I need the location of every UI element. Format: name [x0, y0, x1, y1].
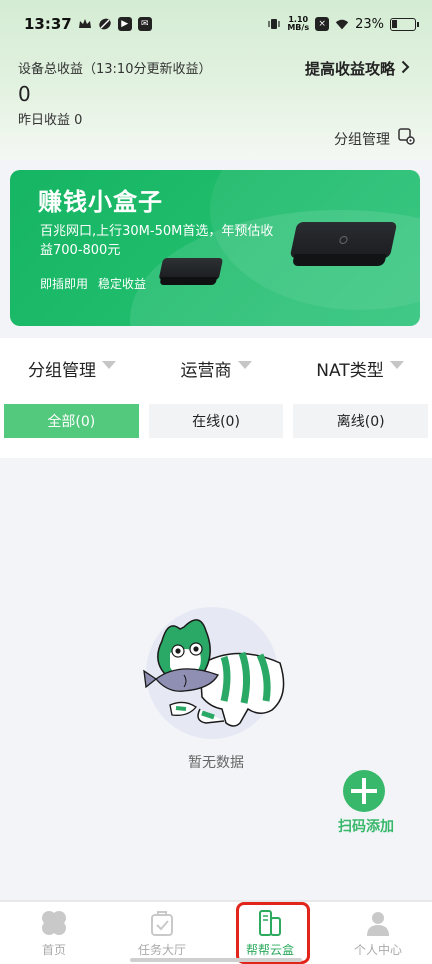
- filter-dropdown-row: 分组管理 运营商 NAT类型: [0, 338, 432, 398]
- scan-add-button[interactable]: [343, 770, 385, 812]
- filter-panel: 分组管理 运营商 NAT类型 全部(0) 在线(0) 离线(0): [0, 338, 432, 458]
- nat-type-filter-dropdown[interactable]: NAT类型: [288, 338, 432, 398]
- sim-off-icon: ×: [315, 17, 330, 31]
- strategy-link[interactable]: 提高收益攻略: [305, 58, 410, 79]
- nav-home[interactable]: 首页: [0, 902, 108, 964]
- network-speed: 1.10 MB/s: [287, 16, 309, 32]
- crown-icon: [78, 17, 92, 31]
- tab-all[interactable]: 全部(0): [4, 404, 139, 438]
- tab-online[interactable]: 在线(0): [148, 404, 284, 438]
- banner-tag: 即插即用: [40, 277, 89, 291]
- yesterday-earnings: 昨日收益 0: [18, 113, 83, 128]
- promo-banner[interactable]: 赚钱小盒子 百兆网口,上行30M-50M首选，年预估收益700-800元 即插即…: [10, 170, 420, 326]
- leaf-icon: [98, 17, 112, 31]
- clover-icon: [39, 908, 69, 938]
- nav-profile[interactable]: 个人中心: [324, 902, 432, 964]
- chevron-right-icon: [401, 60, 410, 78]
- banner-description: 百兆网口,上行30M-50M首选，年预估收益700-800元: [40, 224, 274, 258]
- earnings-title: 设备总收益（13:10分更新收益）: [18, 62, 212, 77]
- active-tab-highlight: [236, 902, 310, 964]
- cat-with-fish-icon: [143, 619, 285, 727]
- caret-down-icon: [102, 361, 116, 369]
- tv-box-image-small: [157, 258, 224, 288]
- group-settings-icon: [398, 128, 416, 150]
- speed-unit: MB/s: [287, 23, 310, 32]
- mail-icon: ✉: [137, 17, 152, 31]
- tv-box-image: [287, 222, 398, 272]
- empty-state-illustration: [140, 605, 290, 745]
- strategy-link-label: 提高收益攻略: [304, 60, 395, 78]
- battery-text: 23%: [355, 16, 384, 32]
- nav-label: 个人中心: [353, 943, 402, 957]
- wifi-icon: [335, 17, 349, 31]
- nav-label: 任务大厅: [137, 943, 186, 957]
- status-bar: 13:37 ▶ ✉ 1.10 MB/s × 23%: [0, 0, 432, 48]
- home-indicator: [130, 958, 302, 962]
- banner-tags: 即插即用 稳定收益: [40, 275, 146, 292]
- caret-down-icon: [237, 361, 252, 369]
- group-filter-dropdown[interactable]: 分组管理: [0, 338, 144, 398]
- nav-task-hall[interactable]: 任务大厅: [108, 902, 216, 964]
- scan-add-label[interactable]: 扫码添加: [326, 816, 406, 836]
- dropdown-label: NAT类型: [316, 360, 384, 381]
- dropdown-label: 分组管理: [28, 360, 96, 381]
- status-time: 13:37: [24, 15, 72, 33]
- tab-offline[interactable]: 离线(0): [293, 404, 429, 438]
- play-icon: ▶: [117, 17, 132, 31]
- dropdown-label: 运营商: [180, 360, 232, 381]
- status-tabs: 全部(0) 在线(0) 离线(0): [0, 404, 432, 438]
- banner-tag: 稳定收益: [98, 277, 147, 291]
- nav-label: 首页: [41, 943, 66, 957]
- earnings-value: 0: [18, 82, 31, 106]
- battery-icon: [390, 17, 419, 31]
- empty-state-text: 暂无数据: [188, 755, 244, 771]
- task-bag-icon: [147, 908, 177, 938]
- banner-title: 赚钱小盒子: [38, 188, 163, 216]
- group-manage-label: 分组管理: [334, 132, 390, 148]
- group-manage-link[interactable]: 分组管理: [334, 128, 416, 150]
- person-icon: [363, 908, 393, 938]
- vibrate-icon: [267, 17, 281, 31]
- bottom-nav: 首页 任务大厅 帮帮云盒 个人中心: [0, 900, 432, 964]
- carrier-filter-dropdown[interactable]: 运营商: [144, 338, 288, 398]
- caret-down-icon: [389, 361, 404, 369]
